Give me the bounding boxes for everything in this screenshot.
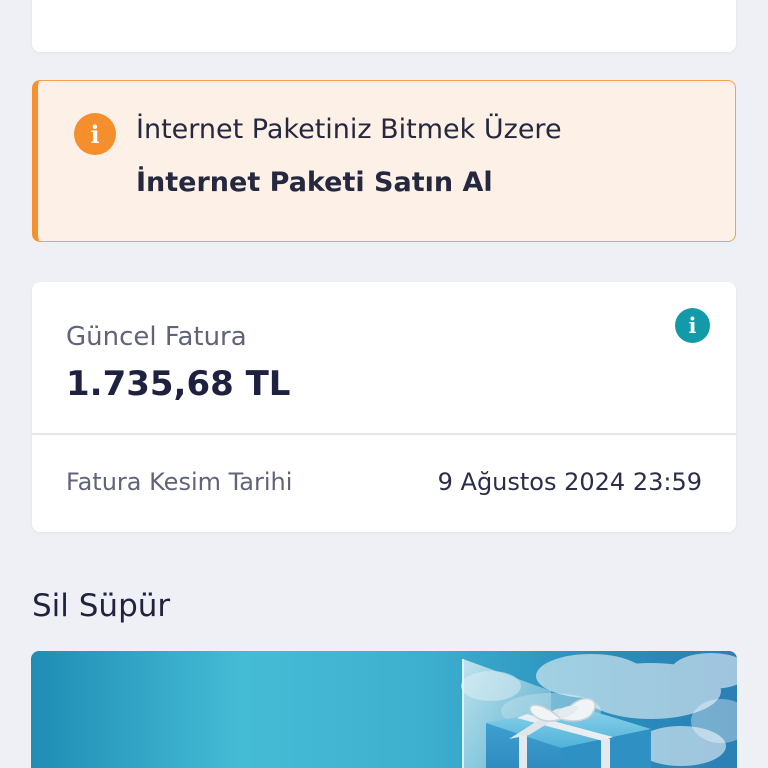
buy-internet-package-link[interactable]: İnternet Paketi Satın Al: [136, 167, 493, 198]
previous-card: [32, 0, 736, 52]
current-bill-card[interactable]: i Güncel Fatura 1.735,68 TL Fatura Kesim…: [32, 282, 736, 532]
current-bill-amount: 1.735,68 TL: [66, 364, 291, 404]
gift-box-image: [461, 653, 737, 768]
section-title: Sil Süpür: [32, 588, 171, 624]
alert-title: İnternet Paketiniz Bitmek Üzere: [136, 114, 562, 145]
campaign-banner[interactable]: [31, 651, 737, 768]
info-icon[interactable]: i: [675, 308, 710, 343]
current-bill-label: Güncel Fatura: [66, 322, 247, 352]
app-screen: i İnternet Paketiniz Bitmek Üzere İntern…: [0, 0, 768, 768]
bill-cutoff-date: 9 Ağustos 2024 23:59: [437, 468, 702, 496]
info-icon: i: [74, 113, 116, 155]
divider: [32, 433, 736, 435]
bill-cutoff-label: Fatura Kesim Tarihi: [66, 468, 293, 496]
internet-package-alert[interactable]: i İnternet Paketiniz Bitmek Üzere İntern…: [32, 80, 736, 242]
